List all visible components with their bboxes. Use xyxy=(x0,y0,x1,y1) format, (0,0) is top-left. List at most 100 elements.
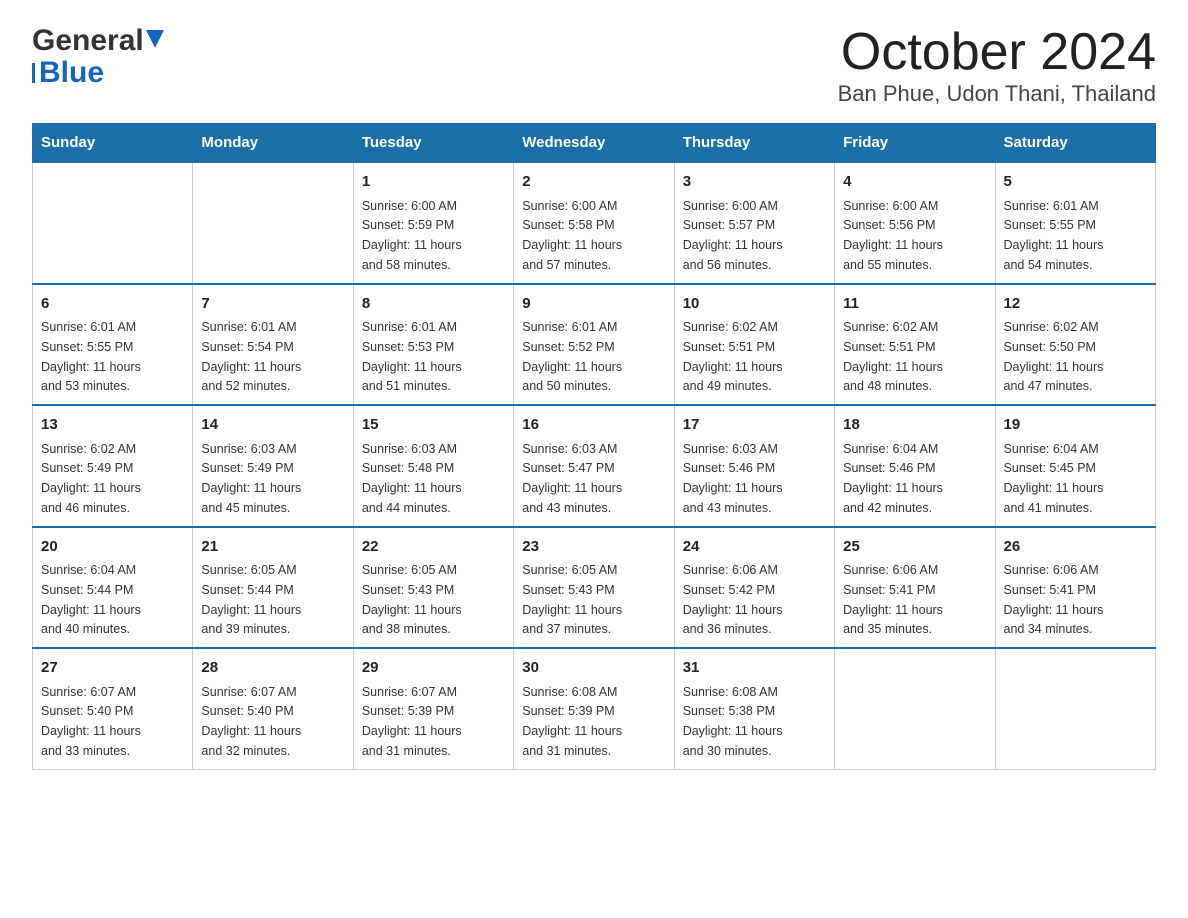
day-info: Sunrise: 6:07 AMSunset: 5:39 PMDaylight:… xyxy=(362,685,462,758)
day-number: 19 xyxy=(1004,414,1147,437)
location-title: Ban Phue, Udon Thani, Thailand xyxy=(838,81,1156,107)
calendar-cell: 18 Sunrise: 6:04 AMSunset: 5:46 PMDayligh… xyxy=(835,405,995,527)
day-info: Sunrise: 6:04 AMSunset: 5:45 PMDaylight:… xyxy=(1004,442,1104,515)
day-number: 9 xyxy=(522,293,665,316)
day-info: Sunrise: 6:01 AMSunset: 5:55 PMDaylight:… xyxy=(1004,199,1104,272)
day-info: Sunrise: 6:06 AMSunset: 5:42 PMDaylight:… xyxy=(683,563,783,636)
calendar-cell: 1 Sunrise: 6:00 AMSunset: 5:59 PMDaylight… xyxy=(353,162,513,284)
calendar-cell: 17 Sunrise: 6:03 AMSunset: 5:46 PMDayligh… xyxy=(674,405,834,527)
day-info: Sunrise: 6:03 AMSunset: 5:49 PMDaylight:… xyxy=(201,442,301,515)
day-number: 18 xyxy=(843,414,986,437)
calendar-cell: 30 Sunrise: 6:08 AMSunset: 5:39 PMDayligh… xyxy=(514,648,674,769)
day-info: Sunrise: 6:06 AMSunset: 5:41 PMDaylight:… xyxy=(1004,563,1104,636)
day-info: Sunrise: 6:01 AMSunset: 5:52 PMDaylight:… xyxy=(522,320,622,393)
day-number: 29 xyxy=(362,657,505,680)
day-info: Sunrise: 6:02 AMSunset: 5:49 PMDaylight:… xyxy=(41,442,141,515)
calendar-cell: 5 Sunrise: 6:01 AMSunset: 5:55 PMDaylight… xyxy=(995,162,1155,284)
calendar-cell: 20Sunrise: 6:04 AMSunset: 5:44 PMDayligh… xyxy=(33,527,193,649)
day-info: Sunrise: 6:01 AMSunset: 5:53 PMDaylight:… xyxy=(362,320,462,393)
title-area: October 2024 Ban Phue, Udon Thani, Thail… xyxy=(838,24,1156,107)
day-number: 3 xyxy=(683,171,826,194)
logo: General Blue xyxy=(32,24,164,90)
calendar-cell xyxy=(995,648,1155,769)
calendar-week-3: 20Sunrise: 6:04 AMSunset: 5:44 PMDayligh… xyxy=(33,527,1156,649)
logo-blue: Blue xyxy=(39,56,104,90)
calendar-cell: 21Sunrise: 6:05 AMSunset: 5:44 PMDayligh… xyxy=(193,527,353,649)
calendar-cell: 24Sunrise: 6:06 AMSunset: 5:42 PMDayligh… xyxy=(674,527,834,649)
day-number: 15 xyxy=(362,414,505,437)
day-info: Sunrise: 6:08 AMSunset: 5:39 PMDaylight:… xyxy=(522,685,622,758)
calendar-cell xyxy=(193,162,353,284)
calendar-header-sunday: Sunday xyxy=(33,124,193,163)
day-number: 30 xyxy=(522,657,665,680)
calendar-cell xyxy=(835,648,995,769)
day-number: 4 xyxy=(843,171,986,194)
calendar-cell: 26 Sunrise: 6:06 AMSunset: 5:41 PMDayligh… xyxy=(995,527,1155,649)
calendar-cell: 25 Sunrise: 6:06 AMSunset: 5:41 PMDayligh… xyxy=(835,527,995,649)
logo-triangle-icon xyxy=(146,30,164,48)
day-info: Sunrise: 6:03 AMSunset: 5:47 PMDaylight:… xyxy=(522,442,622,515)
day-number: 13 xyxy=(41,414,184,437)
calendar-cell: 9 Sunrise: 6:01 AMSunset: 5:52 PMDaylight… xyxy=(514,284,674,406)
month-title: October 2024 xyxy=(838,24,1156,81)
calendar-cell: 3 Sunrise: 6:00 AMSunset: 5:57 PMDaylight… xyxy=(674,162,834,284)
calendar-cell: 12Sunrise: 6:02 AMSunset: 5:50 PMDayligh… xyxy=(995,284,1155,406)
day-number: 27 xyxy=(41,657,184,680)
day-number: 17 xyxy=(683,414,826,437)
day-info: Sunrise: 6:08 AMSunset: 5:38 PMDaylight:… xyxy=(683,685,783,758)
day-number: 28 xyxy=(201,657,344,680)
day-number: 6 xyxy=(41,293,184,316)
day-info: Sunrise: 6:01 AMSunset: 5:55 PMDaylight:… xyxy=(41,320,141,393)
day-info: Sunrise: 6:07 AMSunset: 5:40 PMDaylight:… xyxy=(41,685,141,758)
day-number: 10 xyxy=(683,293,826,316)
day-number: 11 xyxy=(843,293,986,316)
day-info: Sunrise: 6:01 AMSunset: 5:54 PMDaylight:… xyxy=(201,320,301,393)
day-info: Sunrise: 6:00 AMSunset: 5:59 PMDaylight:… xyxy=(362,199,462,272)
calendar-cell: 29 Sunrise: 6:07 AMSunset: 5:39 PMDayligh… xyxy=(353,648,513,769)
day-number: 16 xyxy=(522,414,665,437)
calendar-cell: 11 Sunrise: 6:02 AMSunset: 5:51 PMDayligh… xyxy=(835,284,995,406)
day-info: Sunrise: 6:07 AMSunset: 5:40 PMDaylight:… xyxy=(201,685,301,758)
calendar-cell: 10 Sunrise: 6:02 AMSunset: 5:51 PMDayligh… xyxy=(674,284,834,406)
day-number: 31 xyxy=(683,657,826,680)
calendar-cell: 23Sunrise: 6:05 AMSunset: 5:43 PMDayligh… xyxy=(514,527,674,649)
day-info: Sunrise: 6:04 AMSunset: 5:44 PMDaylight:… xyxy=(41,563,141,636)
calendar-cell: 15Sunrise: 6:03 AMSunset: 5:48 PMDayligh… xyxy=(353,405,513,527)
day-number: 7 xyxy=(201,293,344,316)
calendar-cell: 19 Sunrise: 6:04 AMSunset: 5:45 PMDayligh… xyxy=(995,405,1155,527)
day-number: 8 xyxy=(362,293,505,316)
day-number: 5 xyxy=(1004,171,1147,194)
calendar-table: SundayMondayTuesdayWednesdayThursdayFrid… xyxy=(32,123,1156,770)
day-number: 1 xyxy=(362,171,505,194)
day-info: Sunrise: 6:05 AMSunset: 5:44 PMDaylight:… xyxy=(201,563,301,636)
calendar-week-0: 1 Sunrise: 6:00 AMSunset: 5:59 PMDaylight… xyxy=(33,162,1156,284)
calendar-header-row: SundayMondayTuesdayWednesdayThursdayFrid… xyxy=(33,124,1156,163)
day-info: Sunrise: 6:03 AMSunset: 5:46 PMDaylight:… xyxy=(683,442,783,515)
calendar-cell: 16 Sunrise: 6:03 AMSunset: 5:47 PMDayligh… xyxy=(514,405,674,527)
calendar-cell: 7 Sunrise: 6:01 AMSunset: 5:54 PMDaylight… xyxy=(193,284,353,406)
day-info: Sunrise: 6:00 AMSunset: 5:57 PMDaylight:… xyxy=(683,199,783,272)
calendar-cell: 28 Sunrise: 6:07 AMSunset: 5:40 PMDayligh… xyxy=(193,648,353,769)
calendar-week-2: 13 Sunrise: 6:02 AMSunset: 5:49 PMDayligh… xyxy=(33,405,1156,527)
calendar-week-1: 6 Sunrise: 6:01 AMSunset: 5:55 PMDaylight… xyxy=(33,284,1156,406)
calendar-week-4: 27 Sunrise: 6:07 AMSunset: 5:40 PMDayligh… xyxy=(33,648,1156,769)
day-info: Sunrise: 6:02 AMSunset: 5:50 PMDaylight:… xyxy=(1004,320,1104,393)
page-header: General Blue October 2024 Ban Phue, Udon… xyxy=(32,24,1156,107)
day-number: 22 xyxy=(362,536,505,559)
calendar-header-thursday: Thursday xyxy=(674,124,834,163)
day-number: 25 xyxy=(843,536,986,559)
calendar-cell: 14 Sunrise: 6:03 AMSunset: 5:49 PMDayligh… xyxy=(193,405,353,527)
calendar-cell: 27 Sunrise: 6:07 AMSunset: 5:40 PMDayligh… xyxy=(33,648,193,769)
calendar-header-friday: Friday xyxy=(835,124,995,163)
day-number: 26 xyxy=(1004,536,1147,559)
day-info: Sunrise: 6:04 AMSunset: 5:46 PMDaylight:… xyxy=(843,442,943,515)
day-info: Sunrise: 6:00 AMSunset: 5:58 PMDaylight:… xyxy=(522,199,622,272)
day-info: Sunrise: 6:02 AMSunset: 5:51 PMDaylight:… xyxy=(843,320,943,393)
calendar-cell: 13 Sunrise: 6:02 AMSunset: 5:49 PMDayligh… xyxy=(33,405,193,527)
calendar-header-saturday: Saturday xyxy=(995,124,1155,163)
day-info: Sunrise: 6:06 AMSunset: 5:41 PMDaylight:… xyxy=(843,563,943,636)
day-number: 14 xyxy=(201,414,344,437)
calendar-cell xyxy=(33,162,193,284)
calendar-cell: 22Sunrise: 6:05 AMSunset: 5:43 PMDayligh… xyxy=(353,527,513,649)
day-info: Sunrise: 6:02 AMSunset: 5:51 PMDaylight:… xyxy=(683,320,783,393)
